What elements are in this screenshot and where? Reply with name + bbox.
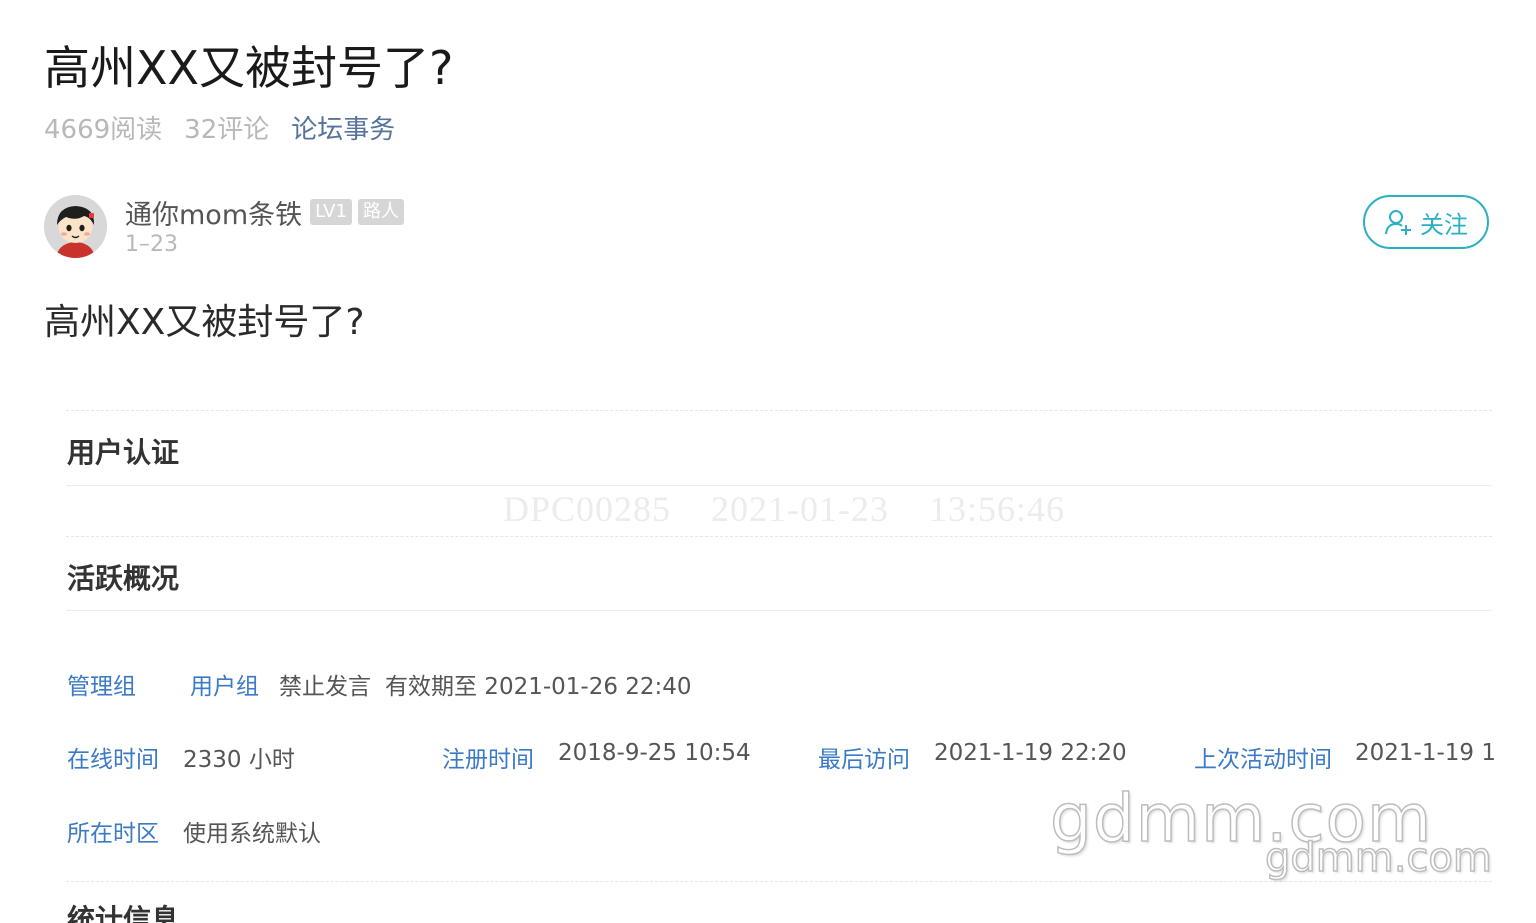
comment-count[interactable]: 32评论 — [184, 109, 269, 146]
last-active-value: 2021-1-19 1 — [1355, 740, 1496, 766]
admin-group-label[interactable]: 管理组 — [67, 667, 136, 701]
post-date: 1–23 — [125, 232, 178, 257]
read-count: 4669阅读 — [44, 114, 163, 145]
section-stats: 统计信息 — [67, 903, 180, 923]
divider — [66, 410, 1492, 411]
embedded-screenshot[interactable]: 用户认证 DPC00285 2021-01-23 13:56:46 活跃概况 管… — [0, 395, 1536, 923]
post-body: 高州XX又被封号了? — [44, 302, 365, 343]
add-user-icon — [1385, 210, 1411, 235]
divider — [66, 485, 1492, 486]
register-time-label: 注册时间 — [442, 747, 534, 773]
post-meta: 4669阅读 32评论 论坛事务 — [44, 108, 417, 146]
author-info: 通你mom条铁 LV1 路人 — [125, 192, 410, 232]
divider — [66, 610, 1492, 611]
online-time-label: 在线时间 — [67, 747, 159, 773]
divider — [66, 881, 1492, 882]
last-active-label: 上次活动时间 — [1194, 747, 1332, 773]
section-user-cert: 用户认证 — [67, 436, 180, 469]
level-badge: LV1 — [310, 199, 352, 225]
follow-button[interactable]: 关注 — [1363, 195, 1489, 249]
author-name[interactable]: 通你mom条铁 — [125, 193, 302, 232]
site-watermark-small: gdmm.com — [1264, 834, 1492, 882]
forum-category-link[interactable]: 论坛事务 — [291, 109, 395, 146]
author-avatar[interactable] — [44, 195, 107, 258]
timezone-label: 所在时区 — [67, 821, 159, 847]
post-title: 高州XX又被封号了? — [44, 41, 454, 95]
cartoon-avatar-icon — [44, 195, 107, 258]
divider — [66, 536, 1492, 537]
capture-watermark: DPC00285 2021-01-23 13:56:46 — [503, 489, 1066, 529]
last-visit-label: 最后访问 — [818, 747, 910, 773]
user-group-value: 禁止发言 — [279, 674, 371, 700]
follow-label: 关注 — [1420, 210, 1468, 239]
role-badge: 路人 — [357, 199, 404, 225]
timezone-value: 使用系统默认 — [183, 821, 321, 847]
online-time-value: 2330 小时 — [183, 747, 295, 773]
activity-row: 在线时间 2330 小时 注册时间 2018-9-25 10:54 最后访问 2… — [67, 740, 1536, 774]
user-group-label[interactable]: 用户组 — [190, 667, 259, 701]
register-time-value: 2018-9-25 10:54 — [558, 740, 751, 766]
valid-until: 有效期至 2021-01-26 22:40 — [385, 674, 692, 700]
last-visit-value: 2021-1-19 22:20 — [934, 740, 1127, 766]
section-activity: 活跃概况 — [67, 562, 180, 595]
